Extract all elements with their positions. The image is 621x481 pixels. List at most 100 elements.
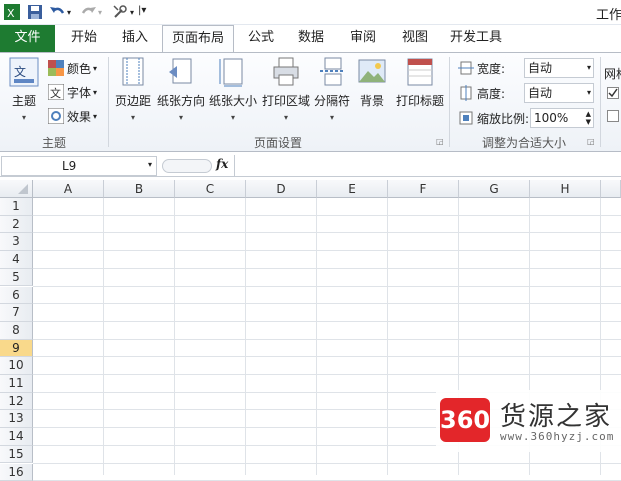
tab-data[interactable]: 数据 — [288, 25, 334, 52]
row-header[interactable]: 14 — [0, 428, 33, 446]
gridline-vertical — [103, 198, 104, 475]
chevron-down-icon[interactable]: ▾ — [148, 160, 152, 169]
gridline-horizontal — [33, 250, 621, 251]
tab-insert[interactable]: 插入 — [112, 25, 158, 52]
gridline-horizontal — [33, 215, 621, 216]
scale-spinner[interactable]: 100% ▲ ▼ — [530, 108, 594, 128]
column-header-partial[interactable] — [601, 180, 621, 198]
margins-button[interactable]: 页边距 ▾ — [112, 56, 154, 122]
row-header[interactable]: 11 — [0, 375, 33, 393]
svg-text:X: X — [7, 7, 15, 20]
name-box[interactable]: L9 ▾ — [1, 156, 157, 176]
row-header[interactable]: 5 — [0, 269, 33, 287]
dialog-launcher-icon[interactable]: ◲ — [587, 137, 595, 146]
scale-icon — [458, 110, 474, 126]
print-titles-button[interactable]: 打印标题 — [392, 56, 448, 109]
themes-button[interactable]: 文 主题 ▾ — [4, 56, 44, 122]
row-header[interactable]: 3 — [0, 233, 33, 251]
column-header[interactable]: B — [104, 180, 175, 198]
tab-home[interactable]: 开始 — [60, 25, 108, 52]
column-header[interactable]: G — [459, 180, 530, 198]
ribbon-tabs: 文件 开始 插入 页面布局 公式 数据 审阅 视图 开发工具 — [0, 25, 621, 52]
page-size-icon — [217, 56, 249, 88]
theme-fonts-button[interactable]: 文 字体▾ — [48, 82, 97, 102]
chevron-down-icon: ▾ — [156, 113, 206, 122]
qat-more-icon[interactable]: |▾ — [138, 5, 154, 21]
palette-icon — [48, 60, 64, 76]
gridline-horizontal — [33, 374, 621, 375]
gridline-vertical — [387, 198, 388, 475]
theme-colors-button[interactable]: 颜色▾ — [48, 58, 97, 78]
column-header[interactable]: F — [388, 180, 459, 198]
chevron-down-icon: ▾ — [208, 113, 258, 122]
height-select[interactable]: 自动 ▾ — [524, 83, 594, 103]
row-header[interactable]: 2 — [0, 216, 33, 234]
tab-developer[interactable]: 开发工具 — [444, 25, 508, 52]
chevron-down-icon: ▾ — [587, 84, 591, 102]
spin-down-icon[interactable]: ▼ — [586, 118, 591, 126]
row-header[interactable]: 16 — [0, 464, 33, 481]
row-header[interactable]: 10 — [0, 357, 33, 375]
spin-up-icon[interactable]: ▲ — [586, 110, 591, 118]
watermark-logo: 360 — [440, 398, 490, 442]
column-header[interactable]: H — [530, 180, 601, 198]
width-select[interactable]: 自动 ▾ — [524, 58, 594, 78]
row-header[interactable]: 15 — [0, 446, 33, 464]
row-header[interactable]: 8 — [0, 322, 33, 340]
insert-function-icon[interactable]: fx — [216, 157, 228, 171]
themes-icon: 文 — [8, 56, 40, 88]
orientation-icon — [165, 56, 197, 88]
gridlines-print-checkbox[interactable] — [607, 110, 619, 122]
group-label-themes: 主题 — [0, 134, 108, 151]
tab-file[interactable]: 文件 — [0, 25, 55, 52]
gridline-horizontal — [33, 321, 621, 322]
row-header[interactable]: 13 — [0, 410, 33, 428]
row-header[interactable]: 12 — [0, 393, 33, 411]
height-label: 高度: — [458, 83, 505, 103]
chevron-down-icon: ▾ — [260, 113, 312, 122]
customize-tools-icon[interactable] — [112, 4, 128, 20]
column-header[interactable]: E — [317, 180, 388, 198]
width-label: 宽度: — [458, 58, 505, 78]
save-icon[interactable] — [27, 4, 43, 20]
row-header[interactable]: 6 — [0, 287, 33, 305]
column-header[interactable]: A — [33, 180, 104, 198]
gridlines-view-checkbox[interactable] — [607, 87, 619, 99]
dialog-launcher-icon[interactable]: ◲ — [436, 137, 444, 146]
orientation-button[interactable]: 纸张方向 ▾ — [156, 56, 206, 122]
row-header[interactable]: 9 — [0, 340, 33, 358]
chevron-down-icon: ▾ — [587, 59, 591, 77]
tab-page-layout[interactable]: 页面布局 — [162, 25, 234, 53]
undo-icon[interactable] — [49, 4, 65, 20]
page-break-icon — [316, 56, 348, 88]
print-area-button[interactable]: 打印区域 ▾ — [260, 56, 312, 122]
gridline-vertical — [245, 198, 246, 475]
gridline-vertical — [316, 198, 317, 475]
breaks-button[interactable]: 分隔符 ▾ — [312, 56, 352, 122]
svg-text:文: 文 — [50, 86, 61, 100]
scale-label: 缩放比例: — [458, 108, 529, 128]
formula-bar: L9 ▾ fx — [0, 155, 621, 177]
formula-input[interactable] — [234, 155, 621, 176]
row-header[interactable]: 7 — [0, 304, 33, 322]
ribbon-panel: 文 主题 ▾ 颜色▾ 文 字体▾ 效果▾ 主题 页边距 ▾ 纸张方向 ▾ 纸张大… — [0, 52, 621, 152]
tab-view[interactable]: 视图 — [392, 25, 438, 52]
tab-review[interactable]: 审阅 — [340, 25, 386, 52]
quick-access-toolbar: X ▾ ▾ ▾ |▾ 工作 — [0, 0, 621, 25]
tab-formulas[interactable]: 公式 — [240, 25, 282, 52]
gridline-horizontal — [33, 286, 621, 287]
row-header[interactable]: 1 — [0, 198, 33, 216]
column-header[interactable]: C — [175, 180, 246, 198]
theme-effects-button[interactable]: 效果▾ — [48, 106, 97, 126]
group-label-page-setup: 页面设置 — [108, 134, 448, 151]
background-button[interactable]: 背景 — [356, 56, 388, 109]
picture-icon — [356, 56, 388, 88]
height-icon — [458, 85, 474, 101]
column-header[interactable]: D — [246, 180, 317, 198]
select-all-button[interactable] — [0, 180, 33, 198]
page-size-button[interactable]: 纸张大小 ▾ — [208, 56, 258, 122]
formula-divider-handle[interactable] — [162, 159, 212, 173]
width-icon — [458, 60, 474, 76]
row-header[interactable]: 4 — [0, 251, 33, 269]
redo-icon[interactable] — [81, 4, 97, 20]
